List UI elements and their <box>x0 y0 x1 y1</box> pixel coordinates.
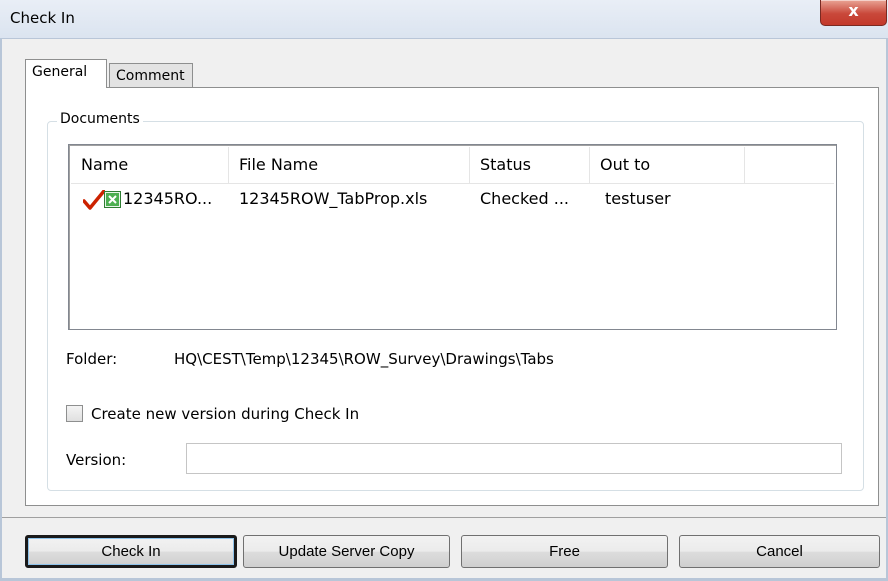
cell-file-name: 12345ROW_TabProp.xls <box>239 189 428 208</box>
cell-out-to: testuser <box>605 189 671 208</box>
folder-label: Folder: <box>66 350 118 368</box>
table-row[interactable]: 12345RO... 12345ROW_TabProp.xls Checked … <box>71 185 834 213</box>
create-version-label[interactable]: Create new version during Check In <box>91 405 359 423</box>
title-bar: Check In x <box>0 0 888 39</box>
window-frame-left <box>0 38 2 581</box>
version-input[interactable] <box>186 443 842 474</box>
cell-name: 12345RO... <box>123 189 213 208</box>
excel-file-icon <box>104 191 121 208</box>
column-header-out-to[interactable]: Out to <box>590 147 745 183</box>
column-header-blank <box>745 147 834 183</box>
folder-path: HQ\CEST\Temp\12345\ROW_Survey\Drawings\T… <box>174 350 554 368</box>
checkmark-icon[interactable] <box>83 190 105 210</box>
column-header-file-name[interactable]: File Name <box>229 147 470 183</box>
update-server-copy-button[interactable]: Update Server Copy <box>243 535 450 568</box>
close-icon: x <box>848 1 859 20</box>
documents-group-label: Documents <box>57 111 143 127</box>
window-title: Check In <box>10 9 75 27</box>
cell-status: Checked ... <box>480 189 569 208</box>
separator <box>2 517 886 518</box>
general-tab-panel: Documents Name File Name Status Out to 1… <box>25 87 879 506</box>
list-header: Name File Name Status Out to <box>71 147 834 184</box>
column-header-status[interactable]: Status <box>470 147 590 183</box>
tab-general-label: General <box>32 64 88 80</box>
documents-list[interactable]: Name File Name Status Out to 12345RO... … <box>68 144 837 330</box>
column-header-name[interactable]: Name <box>71 147 229 183</box>
close-button[interactable]: x <box>820 0 887 26</box>
check-in-button[interactable]: Check In <box>25 535 237 568</box>
tab-comment[interactable]: Comment <box>109 63 193 87</box>
version-label: Version: <box>66 451 127 469</box>
free-button[interactable]: Free <box>461 535 668 568</box>
create-version-checkbox[interactable] <box>66 405 83 422</box>
cancel-button[interactable]: Cancel <box>679 535 880 568</box>
tab-general[interactable]: General <box>25 59 107 88</box>
tab-comment-label: Comment <box>116 68 185 84</box>
